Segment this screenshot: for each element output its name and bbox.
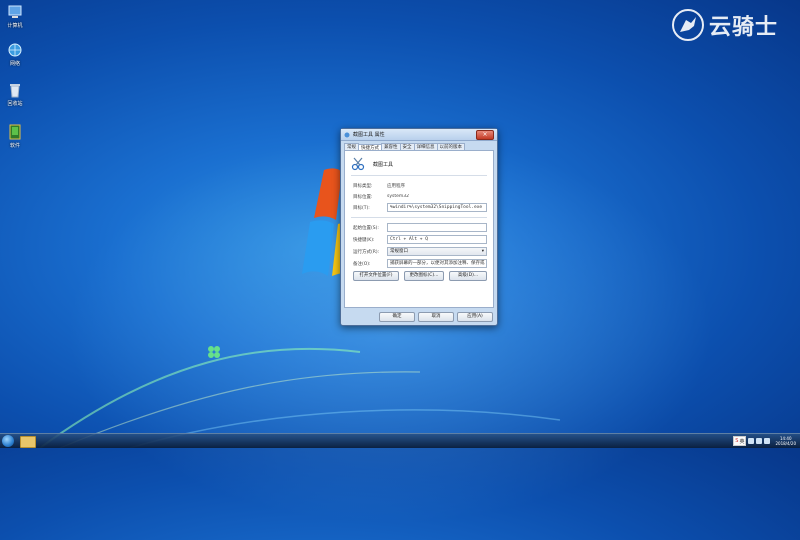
start-button[interactable]	[2, 435, 14, 447]
run-label: 运行方式(R):	[353, 249, 380, 255]
change-icon-button[interactable]: 更改图标(C)...	[404, 271, 444, 281]
target-location-label: 目标位置:	[353, 194, 373, 200]
volume-icon[interactable]	[764, 438, 771, 444]
run-row: 运行方式(R): 常规窗口 ▾	[353, 247, 487, 256]
desktop-icon-recycle-bin[interactable]: 回收站	[0, 82, 30, 107]
properties-dialog: 截图工具 属性 × 常规 快捷方式 兼容性 安全 详细信息 以前的版本 截图工具…	[340, 128, 498, 326]
target-row: 目标(T): %windir%\system32\SnippingTool.ex…	[353, 203, 487, 212]
comment-label: 备注(O):	[353, 261, 371, 267]
desktop-icon-computer[interactable]: 计算机	[0, 4, 30, 29]
shortcut-key-input[interactable]: Ctrl + Alt + Q	[387, 235, 487, 244]
app-name: 截图工具	[373, 161, 394, 168]
shortcut-key-row: 快捷键(K): Ctrl + Alt + Q	[353, 235, 487, 244]
target-type-row: 目标类型: 应用程序	[353, 181, 487, 190]
network-tray-icon[interactable]	[756, 438, 763, 444]
snipping-tool-icon	[344, 132, 350, 137]
open-file-location-button[interactable]: 打开文件位置(F)	[353, 271, 399, 281]
close-icon: ×	[482, 130, 488, 138]
desktop-icon-network[interactable]: 网络	[0, 42, 30, 67]
dialog-footer: 确定 取消 应用(A)	[341, 312, 497, 322]
target-type-label: 目标类型:	[353, 183, 373, 189]
chevron-down-icon: ▾	[481, 249, 484, 254]
target-label: 目标(T):	[353, 205, 370, 211]
start-in-row: 起始位置(S):	[353, 223, 487, 232]
start-in-input[interactable]	[387, 223, 487, 232]
dialog-title: 截图工具 属性	[353, 132, 385, 138]
yunqishi-logo: 云骑士	[671, 8, 778, 42]
target-location-value: system32	[387, 194, 409, 199]
app-header: 截图工具	[351, 157, 393, 171]
close-button[interactable]: ×	[476, 129, 494, 140]
apply-button[interactable]: 应用(A)	[457, 312, 493, 322]
start-in-label: 起始位置(S):	[353, 225, 379, 231]
clock-date: 2018/4/20	[775, 441, 796, 446]
comment-input[interactable]: 捕获屏幕的一部分，以便对其添加注释、保存或	[387, 259, 487, 268]
divider	[351, 217, 487, 218]
recycle-bin-icon	[7, 82, 23, 98]
network-icon	[7, 42, 23, 58]
desktop-icon-software[interactable]: 软件	[0, 124, 30, 149]
run-select[interactable]: 常规窗口 ▾	[387, 247, 487, 256]
taskbar: S 英 14:40 2018/4/20	[0, 433, 800, 448]
action-buttons: 打开文件位置(F) 更改图标(C)... 高级(D)...	[353, 271, 487, 281]
dialog-titlebar[interactable]: 截图工具 属性 ×	[341, 129, 497, 141]
flag-icon[interactable]	[748, 438, 755, 444]
target-type-value: 应用程序	[387, 183, 405, 189]
logo-text: 云骑士	[708, 15, 778, 40]
ime-toolbar[interactable]: S 英	[733, 436, 747, 446]
ime-mode: 英	[739, 438, 745, 445]
ime-logo: S	[735, 438, 739, 444]
shortcut-key-label: 快捷键(K):	[353, 237, 375, 243]
software-icon	[7, 124, 23, 140]
target-input[interactable]: %windir%\system32\SnippingTool.exe	[387, 203, 487, 212]
run-select-value: 常规窗口	[390, 249, 408, 254]
divider	[351, 175, 487, 176]
scissors-icon	[351, 157, 365, 171]
advanced-button[interactable]: 高级(D)...	[449, 271, 487, 281]
explorer-taskbar-icon[interactable]	[20, 436, 36, 448]
comment-row: 备注(O): 捕获屏幕的一部分，以便对其添加注释、保存或	[353, 259, 487, 268]
cancel-button[interactable]: 取消	[418, 312, 454, 322]
clock[interactable]: 14:40 2018/4/20	[775, 436, 796, 446]
shortcut-panel: 截图工具 目标类型: 应用程序 目标位置: system32 目标(T): %w…	[344, 150, 494, 308]
knight-logo-icon	[671, 9, 704, 41]
system-tray: S 英 14:40 2018/4/20	[733, 435, 796, 447]
ok-button[interactable]: 确定	[379, 312, 415, 322]
target-location-row: 目标位置: system32	[353, 192, 487, 201]
computer-icon	[7, 4, 23, 20]
